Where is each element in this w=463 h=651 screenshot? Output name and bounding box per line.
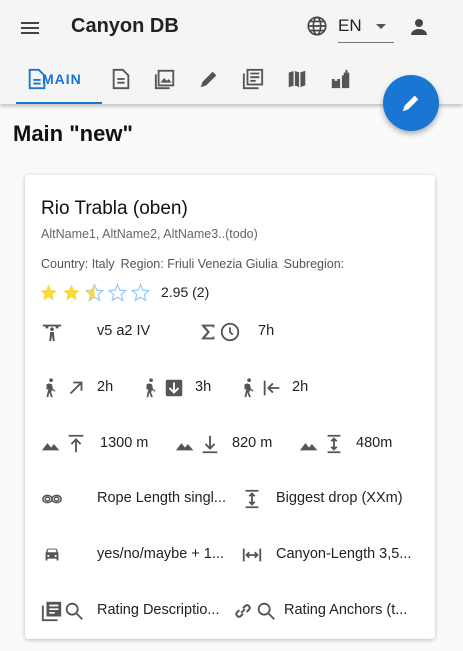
hiker-icon (244, 378, 254, 398)
tab-main[interactable]: MAIN (16, 62, 102, 104)
rope-icon (42, 494, 62, 504)
library-books-icon (242, 68, 264, 90)
difficulty: v5 a2 IV (97, 323, 151, 339)
arrow-up-bar-icon (68, 434, 84, 453)
clock-icon (220, 322, 240, 342)
menu-icon[interactable] (18, 16, 42, 40)
rating-anchors: Rating Anchors (t... (284, 602, 408, 618)
sigma-icon (201, 324, 215, 340)
total-time: 7h (258, 323, 275, 339)
rating-stars (39, 283, 154, 303)
chevron-down-icon (376, 24, 386, 29)
approach-time: 2h (97, 379, 114, 395)
hiker-icon (146, 378, 156, 398)
edit-fab-button[interactable] (383, 75, 439, 131)
rating-description: Rating Descriptio... (97, 602, 220, 618)
edit-icon (200, 71, 217, 88)
library-books-icon (41, 601, 62, 622)
biggest-drop: Biggest drop (XXm) (276, 490, 403, 506)
star-empty-icon (107, 283, 128, 302)
tab-images[interactable] (154, 62, 180, 102)
star-half-icon (84, 283, 105, 302)
star-full-icon (40, 284, 57, 301)
tab-main-label: MAIN (42, 71, 82, 87)
tab-castle[interactable] (330, 62, 356, 102)
search-icon (65, 602, 83, 620)
country: Country: Italy (41, 257, 115, 271)
descent: 820 m (232, 435, 273, 451)
link-icon (235, 604, 251, 618)
arrow-down-bar-icon (202, 435, 218, 454)
height-difference: 480m (356, 435, 393, 451)
castle-icon (331, 69, 350, 89)
region: Region: Friuli Venezia Giulia (120, 257, 278, 271)
alt-names: AltName1, AltName2, AltName3..(todo) (41, 227, 258, 241)
car-icon (45, 548, 59, 561)
ascent: 1300 m (100, 435, 149, 451)
descent-time: 3h (195, 379, 212, 395)
pencil-icon (402, 95, 419, 112)
images-icon (154, 69, 175, 90)
rating-value: 2.95 (2) (161, 284, 210, 300)
height-icon (327, 434, 341, 454)
hiker-icon (46, 378, 56, 398)
mountain-icon (41, 443, 60, 451)
canyon-card: Rio Trabla (oben) AltName1, AltName2, Al… (25, 175, 435, 639)
globe-icon (307, 16, 327, 36)
exit-time: 2h (292, 379, 309, 395)
arrow-down-box-icon (165, 379, 183, 397)
language-value: EN (338, 16, 362, 35)
tab-edit[interactable] (198, 62, 224, 102)
width-icon (242, 548, 262, 562)
tab-map[interactable] (286, 62, 312, 102)
star-full-icon (63, 284, 80, 301)
language-select[interactable]: EN (338, 8, 394, 43)
search-icon (257, 602, 275, 620)
subregion: Subregion: (283, 257, 345, 271)
shuttle: yes/no/maybe + 1... (97, 546, 224, 562)
mountain-icon (175, 443, 194, 451)
arrow-up-right-icon (69, 381, 83, 395)
canyon-length: Canyon-Length 3,5... (276, 546, 412, 562)
arrow-left-bar-icon (263, 380, 280, 396)
page-title: Main "new" (13, 121, 133, 146)
tab-description[interactable] (110, 62, 136, 102)
star-empty-icon (130, 283, 151, 302)
account-icon[interactable] (407, 15, 431, 39)
map-icon (288, 70, 306, 88)
mountain-icon (299, 443, 318, 451)
height-icon (245, 489, 259, 509)
canyon-name: Rio Trabla (oben) (41, 198, 188, 219)
app-title: Canyon DB (71, 15, 179, 37)
rope-length: Rope Length singl... (97, 490, 226, 506)
location-line: Country: Italy Region: Friuli Venezia Giu… (41, 257, 350, 271)
weightlifting-icon (42, 324, 62, 342)
tab-library[interactable] (242, 62, 268, 102)
description-icon (112, 68, 130, 90)
